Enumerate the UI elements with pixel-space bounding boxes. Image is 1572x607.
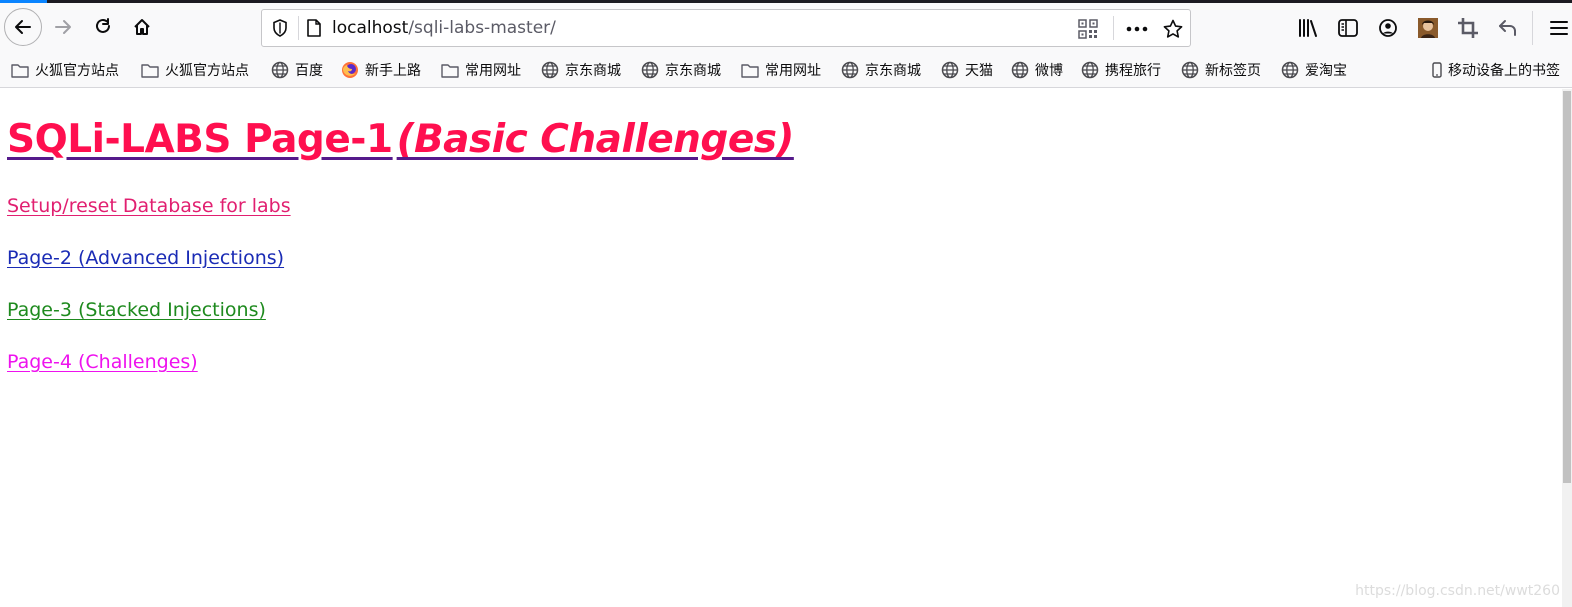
account-button[interactable] xyxy=(1373,13,1403,43)
bookmark-label: 新手上路 xyxy=(365,63,421,79)
globe-icon xyxy=(1081,61,1099,79)
forward-icon xyxy=(55,20,71,34)
sidebar-icon xyxy=(1338,19,1358,37)
url-path: /sqli-labs-master/ xyxy=(408,18,556,38)
bookmark-label: 微博 xyxy=(1035,63,1063,79)
watermark-text: https://blog.csdn.net/wwt260 xyxy=(1355,583,1560,599)
avatar-icon xyxy=(1418,18,1438,38)
globe-icon xyxy=(941,61,959,79)
bookmark-star-icon[interactable] xyxy=(1161,17,1185,41)
scrollbar-thumb[interactable] xyxy=(1563,91,1571,483)
globe-icon xyxy=(1281,61,1299,79)
bookmark-item[interactable]: 常用网址 xyxy=(441,58,521,82)
heading-main-link[interactable]: SQLi-LABS Page-1 xyxy=(7,117,393,162)
bookmark-label: 新标签页 xyxy=(1205,63,1261,79)
url-divider xyxy=(298,16,299,40)
screenshot-button[interactable] xyxy=(1453,13,1483,43)
home-icon xyxy=(134,19,150,35)
screenshot-icon xyxy=(1458,18,1478,38)
folder-icon xyxy=(741,61,759,79)
bookmark-item[interactable]: 天猫 xyxy=(941,58,993,82)
menu-icon xyxy=(1550,21,1568,35)
navigation-toolbar: localhost/sqli-labs-master/ xyxy=(0,3,1572,51)
back-button[interactable] xyxy=(4,8,42,46)
qr-code-icon[interactable] xyxy=(1078,19,1098,39)
folder-icon xyxy=(141,61,159,79)
bookmark-item[interactable]: 新标签页 xyxy=(1181,58,1261,82)
home-button[interactable] xyxy=(124,9,160,45)
mobile-device-icon xyxy=(1432,61,1444,79)
bookmark-label: 爱淘宝 xyxy=(1305,63,1347,79)
bookmark-item[interactable]: 常用网址 xyxy=(741,58,821,82)
bookmarks-toolbar: 火狐官方站点 火狐官方站点 百度 新手上路 常用网址 京东商城 京东商城 常用网址 京东商城 天猫… xyxy=(0,54,1572,86)
url-bar[interactable]: localhost/sqli-labs-master/ xyxy=(261,9,1191,47)
toolbar-divider xyxy=(1532,11,1533,45)
extension-avatar-button[interactable] xyxy=(1413,13,1443,43)
url-text[interactable]: localhost/sqli-labs-master/ xyxy=(332,18,556,38)
page-info-icon[interactable] xyxy=(304,18,324,38)
reload-icon xyxy=(96,18,110,33)
bookmark-item[interactable]: 京东商城 xyxy=(641,58,721,82)
account-icon xyxy=(1379,19,1397,37)
bookmark-item[interactable]: 携程旅行 xyxy=(1081,58,1161,82)
browser-chrome: localhost/sqli-labs-master/ 火狐官方站点 火狐官方站… xyxy=(0,0,1572,88)
setup-reset-database-link[interactable]: Setup/reset Database for labs xyxy=(7,195,291,217)
library-button[interactable] xyxy=(1294,13,1324,43)
back-icon xyxy=(15,20,31,34)
bookmark-label: 火狐官方站点 xyxy=(35,63,119,79)
sidebar-button[interactable] xyxy=(1333,13,1363,43)
mobile-bookmarks-folder[interactable]: 移动设备上的书签 xyxy=(1432,58,1560,82)
globe-icon xyxy=(841,61,859,79)
bookmark-label: 京东商城 xyxy=(665,63,721,79)
bookmark-label: 火狐官方站点 xyxy=(165,63,249,79)
bookmark-item[interactable]: 火狐官方站点 xyxy=(11,58,119,82)
bookmark-label: 携程旅行 xyxy=(1105,63,1161,79)
page-4-link[interactable]: Page-4 (Challenges) xyxy=(7,351,198,373)
mobile-bookmarks-label: 移动设备上的书签 xyxy=(1448,63,1560,79)
bookmark-label: 百度 xyxy=(295,63,323,79)
globe-icon xyxy=(641,61,659,79)
bookmark-label: 京东商城 xyxy=(565,63,621,79)
bookmark-label: 天猫 xyxy=(965,63,993,79)
page-viewport: SQLi-LABS Page-1 (Basic Challenges) Setup… xyxy=(0,89,1572,607)
bookmark-label: 常用网址 xyxy=(765,63,821,79)
undo-button[interactable] xyxy=(1493,13,1523,43)
bookmark-item[interactable]: 京东商城 xyxy=(841,58,921,82)
undo-icon xyxy=(1499,20,1516,36)
globe-icon xyxy=(1181,61,1199,79)
heading-sub-link[interactable]: (Basic Challenges) xyxy=(397,117,795,162)
url-host: localhost xyxy=(332,18,409,38)
library-icon xyxy=(1299,19,1317,37)
bookmark-item[interactable]: 微博 xyxy=(1011,58,1063,82)
bookmark-item[interactable]: 京东商城 xyxy=(541,58,621,82)
globe-icon xyxy=(1011,61,1029,79)
bookmark-item[interactable]: 火狐官方站点 xyxy=(141,58,249,82)
bookmark-label: 京东商城 xyxy=(865,63,921,79)
bookmark-item[interactable]: 百度 xyxy=(271,58,323,82)
page-heading: SQLi-LABS Page-1 (Basic Challenges) xyxy=(7,117,794,162)
forward-button[interactable] xyxy=(45,9,81,45)
menu-button[interactable] xyxy=(1544,13,1572,43)
bookmark-item[interactable]: 新手上路 xyxy=(341,58,421,82)
url-divider xyxy=(1113,16,1114,40)
page-3-link[interactable]: Page-3 (Stacked Injections) xyxy=(7,299,266,321)
globe-icon xyxy=(271,61,289,79)
tracking-shield-icon[interactable] xyxy=(270,18,290,38)
page-2-link[interactable]: Page-2 (Advanced Injections) xyxy=(7,247,284,269)
bookmark-label: 常用网址 xyxy=(465,63,521,79)
bookmark-item[interactable]: 爱淘宝 xyxy=(1281,58,1347,82)
folder-icon xyxy=(11,61,29,79)
globe-icon xyxy=(541,61,559,79)
page-actions-more-icon[interactable] xyxy=(1124,18,1150,40)
folder-icon xyxy=(441,61,459,79)
reload-button[interactable] xyxy=(85,9,121,45)
vertical-scrollbar[interactable] xyxy=(1562,89,1572,607)
firefox-icon xyxy=(341,61,359,79)
